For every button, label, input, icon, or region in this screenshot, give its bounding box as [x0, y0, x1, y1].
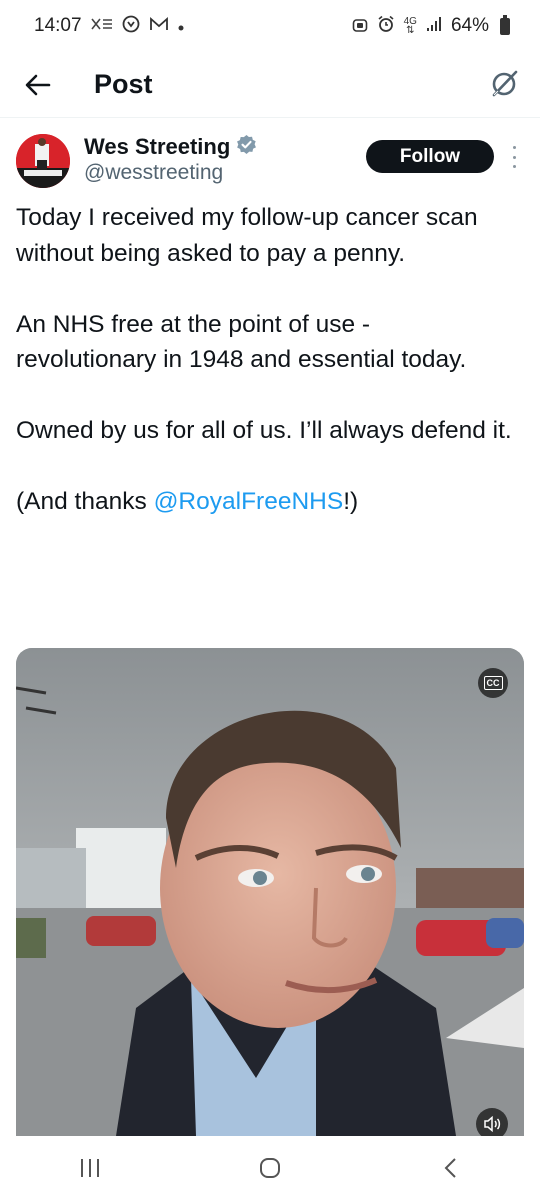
- tweet-paragraph: An NHS free at the point of use - revolu…: [16, 310, 467, 374]
- lock-icon: [352, 15, 368, 37]
- tweet-paragraph: Today I received my follow-up cancer sca…: [16, 204, 478, 267]
- battery-percent: 64%: [450, 15, 489, 36]
- video-frame: [16, 648, 524, 1136]
- gmail-icon: [149, 16, 169, 36]
- alarm-icon: [377, 15, 395, 37]
- arrow-left-icon[interactable]: [14, 61, 62, 109]
- video-player[interactable]: CC: [16, 648, 524, 1136]
- 4g-icon: 4G ⇅: [403, 16, 417, 36]
- captions-label: CC: [483, 676, 503, 690]
- tweet-text-fragment: (And thanks: [16, 488, 154, 515]
- verified-badge-icon: [236, 134, 257, 160]
- author-name-line: Wes Streeting: [84, 134, 257, 160]
- tweet-paragraph: Owned by us for all of us. I’ll always d…: [16, 417, 512, 444]
- author-handle[interactable]: @wesstreeting: [84, 161, 223, 185]
- status-bar-left: 14:07: [34, 15, 184, 37]
- home-icon[interactable]: [240, 1148, 300, 1188]
- system-nav-bar: [0, 1136, 540, 1199]
- avatar[interactable]: [16, 134, 70, 188]
- notification-icon: [90, 17, 113, 35]
- network-type-label: 4G: [403, 16, 417, 27]
- tweet-author: Wes Streeting @wesstreeting Follow: [16, 134, 524, 190]
- status-time: 14:07: [34, 15, 82, 36]
- more-options-icon[interactable]: [510, 146, 518, 168]
- dot-icon: [178, 18, 184, 35]
- signal-icon: [426, 16, 442, 36]
- follow-button[interactable]: Follow: [366, 140, 494, 173]
- recents-icon[interactable]: [60, 1148, 120, 1188]
- captions-icon[interactable]: CC: [478, 668, 508, 698]
- app-bar: Post: [0, 52, 540, 118]
- status-bar-right: 4G ⇅ 64%: [352, 14, 510, 37]
- circle-icon: [122, 15, 140, 37]
- battery-icon: [500, 14, 510, 35]
- speaker-icon[interactable]: [476, 1108, 508, 1136]
- grok-icon[interactable]: [484, 64, 524, 104]
- page-title: Post: [94, 69, 153, 99]
- author-name[interactable]: Wes Streeting: [84, 134, 230, 160]
- status-bar: 14:07 4G ⇅ 64%: [0, 0, 540, 52]
- back-icon[interactable]: [420, 1148, 480, 1188]
- tweet-text: Today I received my follow-up cancer sca…: [16, 200, 516, 555]
- tweet-paragraph: (And thanks @RoyalFreeNHS!): [16, 484, 516, 520]
- mention-link[interactable]: @RoyalFreeNHS: [154, 488, 344, 515]
- tweet-text-fragment: !): [343, 488, 359, 515]
